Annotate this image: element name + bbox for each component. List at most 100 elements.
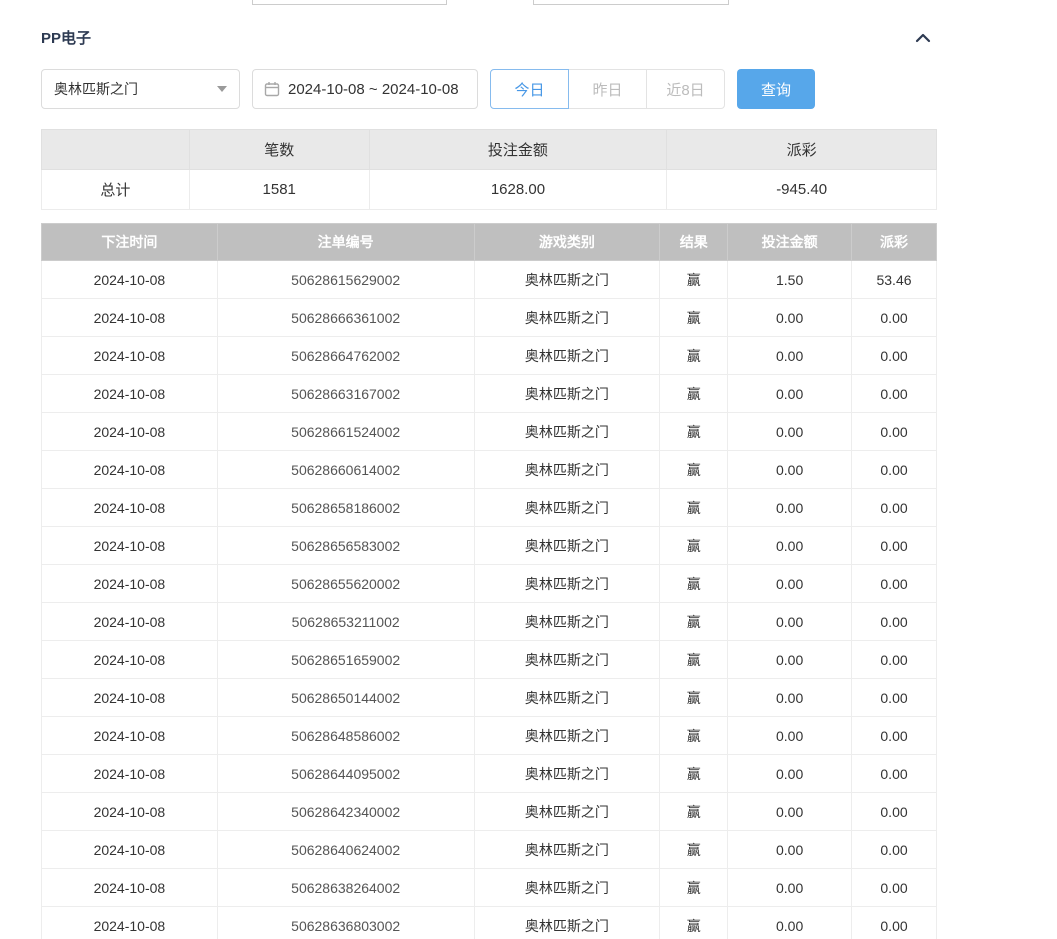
table-cell: 0.00 bbox=[852, 717, 937, 755]
table-cell: 2024-10-08 bbox=[42, 641, 218, 679]
table-cell: 50628660614002 bbox=[217, 451, 474, 489]
table-cell: 2024-10-08 bbox=[42, 375, 218, 413]
table-row: 2024-10-0850628640624002奥林匹斯之门赢0.000.00 bbox=[42, 831, 937, 869]
chevron-down-icon bbox=[217, 86, 227, 92]
table-cell: 0.00 bbox=[728, 907, 852, 939]
quick-button-yesterday[interactable]: 昨日 bbox=[568, 69, 647, 109]
table-cell: 2024-10-08 bbox=[42, 527, 218, 565]
table-cell: 赢 bbox=[660, 907, 728, 939]
bet-table-body: 2024-10-0850628615629002奥林匹斯之门赢1.5053.46… bbox=[42, 261, 937, 939]
summary-total-row: 总计 1581 1628.00 -945.40 bbox=[42, 170, 937, 210]
table-cell: 赢 bbox=[660, 489, 728, 527]
table-cell: 奥林匹斯之门 bbox=[474, 527, 660, 565]
table-cell: 赢 bbox=[660, 413, 728, 451]
table-cell: 2024-10-08 bbox=[42, 489, 218, 527]
table-cell: 50628666361002 bbox=[217, 299, 474, 337]
table-row: 2024-10-0850628615629002奥林匹斯之门赢1.5053.46 bbox=[42, 261, 937, 299]
table-cell: 赢 bbox=[660, 337, 728, 375]
table-cell: 0.00 bbox=[728, 527, 852, 565]
quick-date-button-group: 今日 昨日 近8日 bbox=[490, 69, 725, 109]
table-cell: 奥林匹斯之门 bbox=[474, 869, 660, 907]
table-cell: 50628656583002 bbox=[217, 527, 474, 565]
page: PP电子 奥林匹斯之门 bbox=[0, 0, 1057, 939]
table-cell: 2024-10-08 bbox=[42, 907, 218, 939]
table-cell: 2024-10-08 bbox=[42, 755, 218, 793]
table-cell: 2024-10-08 bbox=[42, 337, 218, 375]
table-row: 2024-10-0850628658186002奥林匹斯之门赢0.000.00 bbox=[42, 489, 937, 527]
date-range-picker[interactable]: 2024-10-08 ~ 2024-10-08 bbox=[252, 69, 478, 109]
table-row: 2024-10-0850628655620002奥林匹斯之门赢0.000.00 bbox=[42, 565, 937, 603]
table-cell: 2024-10-08 bbox=[42, 451, 218, 489]
quick-button-today[interactable]: 今日 bbox=[490, 69, 569, 109]
table-cell: 0.00 bbox=[728, 755, 852, 793]
table-row: 2024-10-0850628660614002奥林匹斯之门赢0.000.00 bbox=[42, 451, 937, 489]
table-cell: 赢 bbox=[660, 717, 728, 755]
game-select[interactable]: 奥林匹斯之门 bbox=[41, 69, 240, 109]
game-select-value: 奥林匹斯之门 bbox=[54, 79, 138, 99]
table-cell: 赢 bbox=[660, 603, 728, 641]
table-cell: 奥林匹斯之门 bbox=[474, 375, 660, 413]
table-row: 2024-10-0850628644095002奥林匹斯之门赢0.000.00 bbox=[42, 755, 937, 793]
table-row: 2024-10-0850628648586002奥林匹斯之门赢0.000.00 bbox=[42, 717, 937, 755]
table-row: 2024-10-0850628661524002奥林匹斯之门赢0.000.00 bbox=[42, 413, 937, 451]
table-cell: 赢 bbox=[660, 375, 728, 413]
table-row: 2024-10-0850628664762002奥林匹斯之门赢0.000.00 bbox=[42, 337, 937, 375]
table-cell: 赢 bbox=[660, 565, 728, 603]
table-row: 2024-10-0850628666361002奥林匹斯之门赢0.000.00 bbox=[42, 299, 937, 337]
summary-payout-value: -945.40 bbox=[667, 170, 937, 210]
table-cell: 奥林匹斯之门 bbox=[474, 793, 660, 831]
table-cell: 50628663167002 bbox=[217, 375, 474, 413]
table-cell: 0.00 bbox=[852, 831, 937, 869]
table-cell: 0.00 bbox=[852, 603, 937, 641]
header-payout: 派彩 bbox=[852, 224, 937, 261]
summary-header-bet-amount: 投注金额 bbox=[369, 130, 667, 170]
table-cell: 0.00 bbox=[852, 337, 937, 375]
table-cell: 赢 bbox=[660, 679, 728, 717]
table-cell: 50628651659002 bbox=[217, 641, 474, 679]
table-cell: 奥林匹斯之门 bbox=[474, 603, 660, 641]
table-cell: 50628664762002 bbox=[217, 337, 474, 375]
table-cell: 50628653211002 bbox=[217, 603, 474, 641]
table-cell: 0.00 bbox=[852, 375, 937, 413]
table-cell: 50628642340002 bbox=[217, 793, 474, 831]
header-bet-amount: 投注金额 bbox=[728, 224, 852, 261]
section-title: PP电子 bbox=[41, 27, 91, 48]
table-cell: 50628655620002 bbox=[217, 565, 474, 603]
table-cell: 2024-10-08 bbox=[42, 299, 218, 337]
table-cell: 0.00 bbox=[728, 489, 852, 527]
table-cell: 0.00 bbox=[852, 755, 937, 793]
chevron-up-icon bbox=[915, 33, 931, 43]
table-cell: 赢 bbox=[660, 793, 728, 831]
table-cell: 0.00 bbox=[728, 869, 852, 907]
collapse-button[interactable] bbox=[909, 31, 937, 45]
section-header: PP电子 bbox=[41, 0, 937, 48]
table-cell: 奥林匹斯之门 bbox=[474, 337, 660, 375]
table-cell: 奥林匹斯之门 bbox=[474, 565, 660, 603]
table-cell: 0.00 bbox=[852, 679, 937, 717]
table-cell: 2024-10-08 bbox=[42, 565, 218, 603]
table-cell: 奥林匹斯之门 bbox=[474, 907, 660, 939]
table-cell: 0.00 bbox=[852, 413, 937, 451]
summary-header-empty bbox=[42, 130, 190, 170]
header-game-type: 游戏类别 bbox=[474, 224, 660, 261]
table-cell: 1.50 bbox=[728, 261, 852, 299]
bet-table: 下注时间 注单编号 游戏类别 结果 投注金额 派彩 2024-10-085062… bbox=[41, 223, 937, 939]
table-cell: 奥林匹斯之门 bbox=[474, 261, 660, 299]
summary-header-count: 笔数 bbox=[189, 130, 369, 170]
table-cell: 2024-10-08 bbox=[42, 261, 218, 299]
table-cell: 0.00 bbox=[728, 565, 852, 603]
table-cell: 赢 bbox=[660, 869, 728, 907]
table-cell: 0.00 bbox=[728, 375, 852, 413]
table-cell: 奥林匹斯之门 bbox=[474, 489, 660, 527]
table-row: 2024-10-0850628650144002奥林匹斯之门赢0.000.00 bbox=[42, 679, 937, 717]
search-button[interactable]: 查询 bbox=[737, 69, 815, 109]
table-cell: 0.00 bbox=[728, 641, 852, 679]
calendar-icon bbox=[264, 81, 280, 97]
table-cell: 赢 bbox=[660, 451, 728, 489]
table-cell: 0.00 bbox=[852, 489, 937, 527]
quick-button-last-8-days[interactable]: 近8日 bbox=[646, 69, 725, 109]
table-cell: 0.00 bbox=[852, 869, 937, 907]
table-cell: 2024-10-08 bbox=[42, 869, 218, 907]
table-cell: 2024-10-08 bbox=[42, 603, 218, 641]
table-cell: 奥林匹斯之门 bbox=[474, 831, 660, 869]
